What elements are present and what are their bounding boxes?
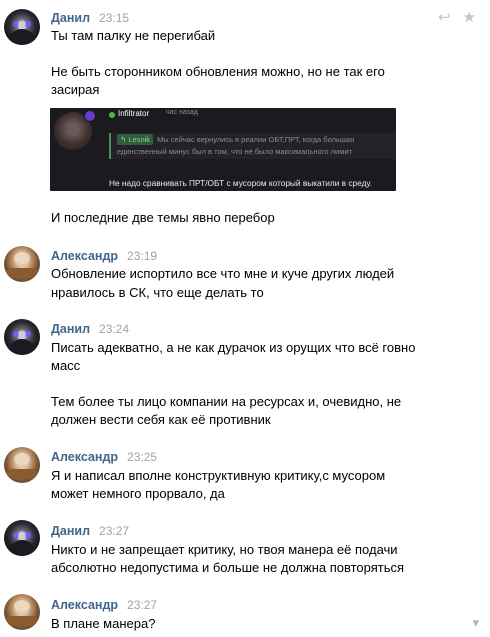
star-icon[interactable]: ★ xyxy=(463,9,476,25)
attached-screenshot[interactable]: Infiltrator час назад ↰ Lesnik Мы сейчас… xyxy=(50,108,396,191)
screenshot-quote: ↰ Lesnik Мы сейчас вернулись в реалии ОБ… xyxy=(109,133,396,159)
message-text: Никто и не запрещает критику, но твоя ма… xyxy=(51,542,398,557)
message-text: Писать адекватно, а не как дурачок из ор… xyxy=(51,340,416,355)
timestamp[interactable]: 23:15 xyxy=(99,11,129,25)
message-actions: ↩ ★ xyxy=(438,9,476,25)
avatar[interactable] xyxy=(4,447,40,483)
message-header: Данил 23:24 xyxy=(51,322,129,338)
message-header: Данил 23:27 xyxy=(51,524,129,540)
screenshot-reply-text: Не надо сравнивать ПРТ/ОБТ с мусором кот… xyxy=(109,178,373,188)
message-text: Я и написал вполне конструктивную критик… xyxy=(51,468,386,483)
message-text: масс xyxy=(51,358,81,373)
avatar[interactable] xyxy=(4,594,40,630)
message-header: Александр 23:19 xyxy=(51,249,157,265)
avatar[interactable] xyxy=(4,319,40,355)
message-text: Ты там палку не перегибай xyxy=(51,28,216,43)
scroll-down-icon[interactable]: ▾ xyxy=(472,616,479,631)
quote-text: Мы сейчас вернулись в реалии ОБТ,ПРТ, ко… xyxy=(157,135,355,144)
screenshot-username: Infiltrator xyxy=(118,109,150,118)
timestamp[interactable]: 23:27 xyxy=(127,598,157,612)
badge-icon xyxy=(84,110,96,122)
message-text: нравилось в СК, что еще делать то xyxy=(51,285,264,300)
author-name[interactable]: Александр xyxy=(51,598,118,612)
timestamp[interactable]: 23:24 xyxy=(99,322,129,336)
message-header: Данил 23:15 xyxy=(51,11,129,27)
message-header: Александр 23:27 xyxy=(51,598,157,614)
avatar[interactable] xyxy=(4,246,40,282)
author-name[interactable]: Александр xyxy=(51,249,118,263)
avatar[interactable] xyxy=(4,520,40,556)
author-name[interactable]: Данил xyxy=(51,524,90,538)
message-header: Александр 23:25 xyxy=(51,450,157,466)
message-text: может немного прорвало, да xyxy=(51,486,225,501)
quote-author-tag: ↰ Lesnik xyxy=(117,134,154,145)
avatar[interactable] xyxy=(4,9,40,45)
author-name[interactable]: Данил xyxy=(51,322,90,336)
timestamp[interactable]: 23:25 xyxy=(127,450,157,464)
message-text: Тем более ты лицо компании на ресурсах и… xyxy=(51,394,402,409)
message-text: должен вести себя как её противник xyxy=(51,412,271,427)
message-text: В плане манера? xyxy=(51,616,156,631)
message-text: засирая xyxy=(51,82,100,97)
message-text: Не быть сторонником обновления можно, но… xyxy=(51,64,385,79)
author-name[interactable]: Александр xyxy=(51,450,118,464)
author-name[interactable]: Данил xyxy=(51,11,90,25)
timestamp[interactable]: 23:27 xyxy=(99,524,129,538)
message-text: Обновление испортило все что мне и куче … xyxy=(51,266,395,281)
reply-icon[interactable]: ↩ xyxy=(438,9,451,25)
quote-text-line2: единственный минус был в том, что не был… xyxy=(117,147,353,156)
message-text: И последние две темы явно перебор xyxy=(51,210,275,225)
timestamp[interactable]: 23:19 xyxy=(127,249,157,263)
message-text: абсолютно недопустима и больше не должна… xyxy=(51,560,405,575)
screenshot-time: час назад xyxy=(166,109,198,116)
online-icon xyxy=(109,112,115,118)
